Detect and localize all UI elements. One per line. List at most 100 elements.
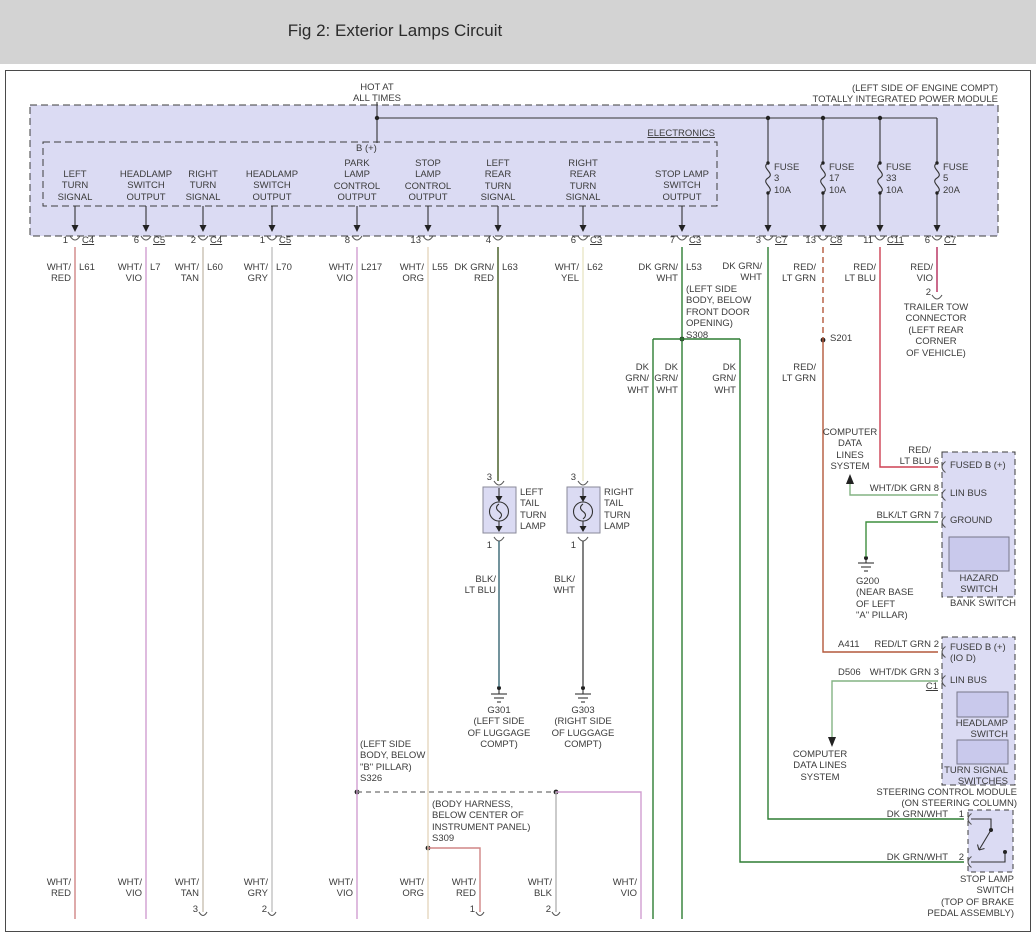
wire-code: RED/ VIO — [910, 262, 933, 285]
pin-number: 1 — [487, 540, 492, 551]
hot-at-all-times-label: HOT AT ALL TIMES — [337, 82, 417, 105]
s201-splice-label: S201 — [830, 333, 852, 344]
pin-number: 4 — [486, 235, 491, 246]
ground-g303-label: G303 (RIGHT SIDE OF LUGGAGE COMPT) — [541, 705, 625, 751]
headlamp-switch-inner-box — [957, 692, 1008, 717]
wire-code: WHT/ BLK — [528, 877, 552, 900]
hazard-pin-label: LIN BUS — [950, 488, 987, 499]
pin-number: 2 — [959, 852, 964, 863]
wire-code: DK GRN/ WHT — [722, 261, 762, 284]
wire-circuit: L53 — [686, 262, 702, 273]
pin-number: 2 — [934, 639, 939, 650]
wire-code: WHT/ YEL — [555, 262, 579, 285]
right-tail-lamp-label: RIGHT TAIL TURN LAMP — [604, 487, 634, 533]
b-plus-label: B (+) — [356, 143, 377, 154]
tipm-location-label: (LEFT SIDE OF ENGINE COMPT) — [852, 83, 998, 94]
pin-number: 6 — [934, 456, 939, 467]
hazard-switch-inner-box — [949, 537, 1009, 571]
pin-number: 2 — [191, 235, 196, 246]
wire-code: WHT/ GRY — [244, 877, 268, 900]
connector-name: C5 — [153, 235, 165, 246]
pin-number: 1 — [571, 540, 576, 551]
branch-wire-code: DK GRN/ WHT — [712, 362, 736, 396]
wire-code: BLK/LT GRN — [876, 510, 931, 521]
wire-code: WHT/ ORG — [400, 262, 424, 285]
pin-number: 1 — [470, 904, 475, 915]
output-stop-lamp-control: STOP LAMP CONTROL OUTPUT — [396, 158, 460, 204]
output-right-rear-turn: RIGHT REAR TURN SIGNAL — [551, 158, 615, 204]
output-headlamp-switch-2: HEADLAMP SWITCH OUTPUT — [240, 169, 304, 203]
wire-code: WHT/ RED — [47, 877, 71, 900]
pin-number: 3 — [571, 472, 576, 483]
pin-number: 8 — [934, 483, 939, 494]
pin-number: 6 — [925, 235, 930, 246]
pin-number: 3 — [934, 667, 939, 678]
hazard-switch-label: HAZARD SWITCH — [944, 573, 1014, 596]
pin-number: 7 — [670, 235, 675, 246]
connector-name: C3 — [590, 235, 602, 246]
s308-splice-label: (LEFT SIDE BODY, BELOW FRONT DOOR OPENIN… — [686, 284, 751, 341]
connector-name: C5 — [279, 235, 291, 246]
pin-number: 3 — [193, 904, 198, 915]
connector-name: C7 — [775, 235, 787, 246]
pin-number: 6 — [134, 235, 139, 246]
wire-code: RED/ LT GRN — [782, 262, 816, 285]
scm-caption: STEERING CONTROL MODULE (ON STEERING COL… — [876, 787, 1017, 810]
wire-code: BLK/ LT BLU — [465, 574, 496, 597]
computer-data-lines-label: COMPUTER DATA LINES SYSTEM — [813, 427, 887, 473]
wire-code: WHT/ TAN — [175, 877, 199, 900]
ground-g301-label: G301 (LEFT SIDE OF LUGGAGE COMPT) — [457, 705, 541, 751]
left-tail-lamp-label: LEFT TAIL TURN LAMP — [520, 487, 546, 533]
wire-code: WHT/ VIO — [329, 262, 353, 285]
pin-number: 13 — [410, 235, 421, 246]
wire-circuit: L70 — [276, 262, 292, 273]
pin-number: 2 — [926, 287, 931, 298]
pin-number: 1 — [260, 235, 265, 246]
turn-signal-switches-label: TURN SIGNAL SWITCHES — [944, 765, 1008, 788]
wire-code: WHT/ RED — [452, 877, 476, 900]
wire-code: WHT/DK GRN — [870, 483, 931, 494]
fuse-33-label: FUSE 33 10A — [886, 162, 911, 196]
pin-number: 1 — [959, 809, 964, 820]
wire-circuit: L60 — [207, 262, 223, 273]
wire-code: WHT/ TAN — [175, 262, 199, 285]
wire-code: BLK/ WHT — [553, 574, 575, 597]
turn-signal-switches-inner-box — [957, 740, 1008, 764]
connector-name: C4 — [210, 235, 222, 246]
wire-code: RED/ LT BLU — [845, 262, 876, 285]
branch-wire-code: DK GRN/ WHT — [654, 362, 678, 396]
wire-code: WHT/ VIO — [613, 877, 637, 900]
connector-name: C7 — [944, 235, 956, 246]
fuse-17-label: FUSE 17 10A — [829, 162, 854, 196]
fuse-5-label: FUSE 5 20A — [943, 162, 968, 196]
pin-number: 6 — [571, 235, 576, 246]
pin-number: 3 — [487, 472, 492, 483]
wire-code: DK GRN/ RED — [454, 262, 494, 285]
electronics-label: ELECTRONICS — [647, 128, 715, 139]
bank-switch-caption: BANK SWITCH — [950, 598, 1016, 609]
tipm-name-label: TOTALLY INTEGRATED POWER MODULE — [813, 94, 998, 105]
output-right-turn-signal: RIGHT TURN SIGNAL — [171, 169, 235, 203]
wire-code: WHT/ GRY — [244, 262, 268, 285]
hazard-pin-label: FUSED B (+) — [950, 460, 1006, 471]
wire-code: RED/ LT GRN — [782, 362, 816, 385]
fuse-3-label: FUSE 3 10A — [774, 162, 799, 196]
wire-code: RED/ LT BLU — [900, 445, 931, 468]
circuit-id: A411 — [838, 639, 859, 650]
wire-circuit: L61 — [79, 262, 95, 273]
wire-circuit: L55 — [432, 262, 448, 273]
wire-code: RED/LT GRN — [874, 639, 931, 650]
output-headlamp-switch-1: HEADLAMP SWITCH OUTPUT — [114, 169, 178, 203]
trailer-tow-connector-label: TRAILER TOW CONNECTOR (LEFT REAR CORNER … — [884, 302, 988, 359]
wire-circuit: L63 — [502, 262, 518, 273]
ground-g200-label: G200 (NEAR BASE OF LEFT "A" PILLAR) — [856, 576, 914, 622]
hazard-pin-label: GROUND — [950, 515, 992, 526]
scm-pin-label: FUSED B (+) (IO D) — [950, 642, 1006, 665]
connector-name: C3 — [689, 235, 701, 246]
wire-circuit: L217 — [361, 262, 382, 273]
connector-name: C4 — [82, 235, 94, 246]
wire-code: DK GRN/WHT — [887, 809, 948, 820]
pin-number: 1 — [63, 235, 68, 246]
output-park-lamp: PARK LAMP CONTROL OUTPUT — [325, 158, 389, 204]
output-left-turn-signal: LEFT TURN SIGNAL — [43, 169, 107, 203]
